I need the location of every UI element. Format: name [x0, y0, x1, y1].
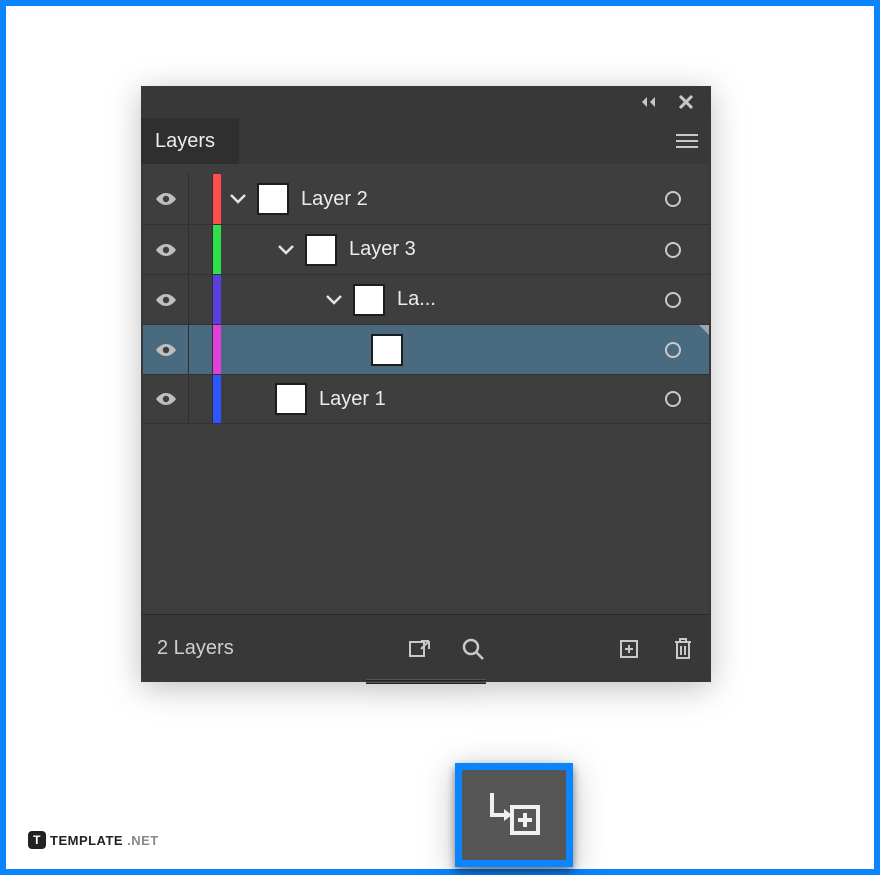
edit-column[interactable]	[189, 325, 213, 374]
edit-column[interactable]	[189, 275, 213, 324]
eye-icon	[155, 192, 177, 206]
eye-icon	[155, 293, 177, 307]
layer-content	[221, 325, 415, 374]
layer-thumbnail	[371, 334, 403, 366]
target-layer-icon[interactable]	[637, 375, 709, 423]
new-sublayer-placeholder	[511, 633, 591, 665]
tutorial-frame: Layers Layer 2 Layer 3 La... Layer 1 2 Laye…	[0, 0, 880, 875]
layer-thumbnail	[257, 183, 289, 215]
layer-count-label: 2 Layers	[157, 637, 234, 660]
layer-color-strip	[213, 225, 221, 274]
visibility-toggle[interactable]	[143, 275, 189, 324]
layer-color-strip	[213, 275, 221, 324]
expand-chevron-icon[interactable]	[323, 289, 345, 311]
target-layer-icon[interactable]	[637, 275, 709, 324]
layer-row[interactable]	[143, 324, 709, 374]
panel-menu-icon[interactable]	[663, 118, 711, 164]
visibility-toggle[interactable]	[143, 325, 189, 374]
layer-thumbnail	[275, 383, 307, 415]
target-layer-icon[interactable]	[637, 225, 709, 274]
layer-row[interactable]: Layer 2	[143, 174, 709, 224]
visibility-toggle[interactable]	[143, 375, 189, 423]
eye-icon	[155, 243, 177, 257]
layer-name-label[interactable]: Layer 1	[319, 388, 386, 411]
panel-top-strip	[141, 86, 711, 118]
eye-icon	[155, 343, 177, 357]
edit-column[interactable]	[189, 225, 213, 274]
layer-content: Layer 3	[221, 225, 416, 274]
layer-color-strip	[213, 174, 221, 224]
edit-column[interactable]	[189, 174, 213, 224]
panel-resize-grip[interactable]	[366, 678, 486, 684]
visibility-toggle[interactable]	[143, 174, 189, 224]
layer-thumbnail	[305, 234, 337, 266]
layer-row[interactable]: La...	[143, 274, 709, 324]
layer-name-label[interactable]: Layer 2	[301, 188, 368, 211]
collapse-panel-icon[interactable]	[639, 96, 657, 108]
target-layer-icon[interactable]	[637, 325, 709, 374]
layer-list: Layer 2 Layer 3 La... Layer 1	[143, 164, 709, 424]
edit-column[interactable]	[189, 375, 213, 423]
layers-tab[interactable]: Layers	[141, 118, 239, 164]
watermark-text: TEMPLATE	[50, 833, 123, 848]
target-layer-icon[interactable]	[637, 174, 709, 224]
layer-content: La...	[221, 275, 436, 324]
delete-layer-icon[interactable]	[667, 633, 699, 665]
visibility-toggle[interactable]	[143, 225, 189, 274]
layer-color-strip	[213, 325, 221, 374]
watermark-suffix: .NET	[127, 833, 159, 848]
footer-icon-group	[403, 633, 699, 665]
layers-footer: 2 Layers	[141, 614, 711, 682]
layer-color-strip	[213, 375, 221, 423]
collect-for-export-icon[interactable]	[403, 633, 435, 665]
layer-content: Layer 2	[221, 174, 368, 224]
layers-empty-area	[143, 424, 709, 614]
layer-name-label[interactable]: Layer 3	[349, 238, 416, 261]
layer-name-label[interactable]: La...	[397, 288, 436, 311]
new-layer-icon[interactable]	[613, 633, 645, 665]
close-panel-icon[interactable]	[679, 95, 693, 109]
expand-chevron-icon[interactable]	[227, 188, 249, 210]
watermark: T TEMPLATE .NET	[28, 831, 159, 849]
layer-row[interactable]: Layer 3	[143, 224, 709, 274]
layer-thumbnail	[353, 284, 385, 316]
panel-title-bar: Layers	[141, 118, 711, 164]
eye-icon	[155, 392, 177, 406]
layers-panel-wrapper: Layers Layer 2 Layer 3 La... Layer 1 2 Laye…	[141, 86, 711, 682]
watermark-badge: T	[28, 831, 46, 849]
layer-content: Layer 1	[221, 375, 386, 423]
locate-object-icon[interactable]	[457, 633, 489, 665]
new-sublayer-icon[interactable]	[486, 789, 542, 841]
layer-row[interactable]: Layer 1	[143, 374, 709, 424]
expand-chevron-icon[interactable]	[275, 239, 297, 261]
new-sublayer-highlight	[455, 763, 573, 867]
layers-panel: Layers Layer 2 Layer 3 La... Layer 1 2 Laye…	[141, 86, 711, 682]
